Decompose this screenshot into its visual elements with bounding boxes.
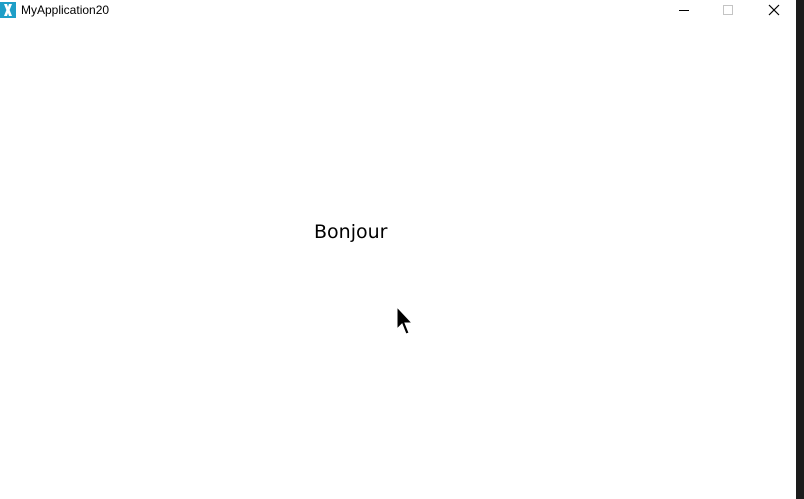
- maximize-button[interactable]: [706, 0, 751, 22]
- title-bar[interactable]: MyApplication20: [0, 0, 796, 22]
- close-button[interactable]: [751, 0, 796, 22]
- window-title: MyApplication20: [21, 3, 110, 17]
- close-icon: [768, 4, 780, 16]
- minimize-button[interactable]: [661, 0, 706, 22]
- maximize-icon: [723, 5, 733, 15]
- xamarin-icon: [0, 2, 16, 18]
- arrow-cursor-icon: [396, 305, 414, 336]
- content-area: Bonjour: [0, 22, 796, 499]
- greeting-label: Bonjour: [314, 221, 388, 243]
- minimize-icon: [679, 10, 689, 11]
- window-border: [796, 0, 804, 499]
- app-window: MyApplication20 Bonjour: [0, 0, 796, 499]
